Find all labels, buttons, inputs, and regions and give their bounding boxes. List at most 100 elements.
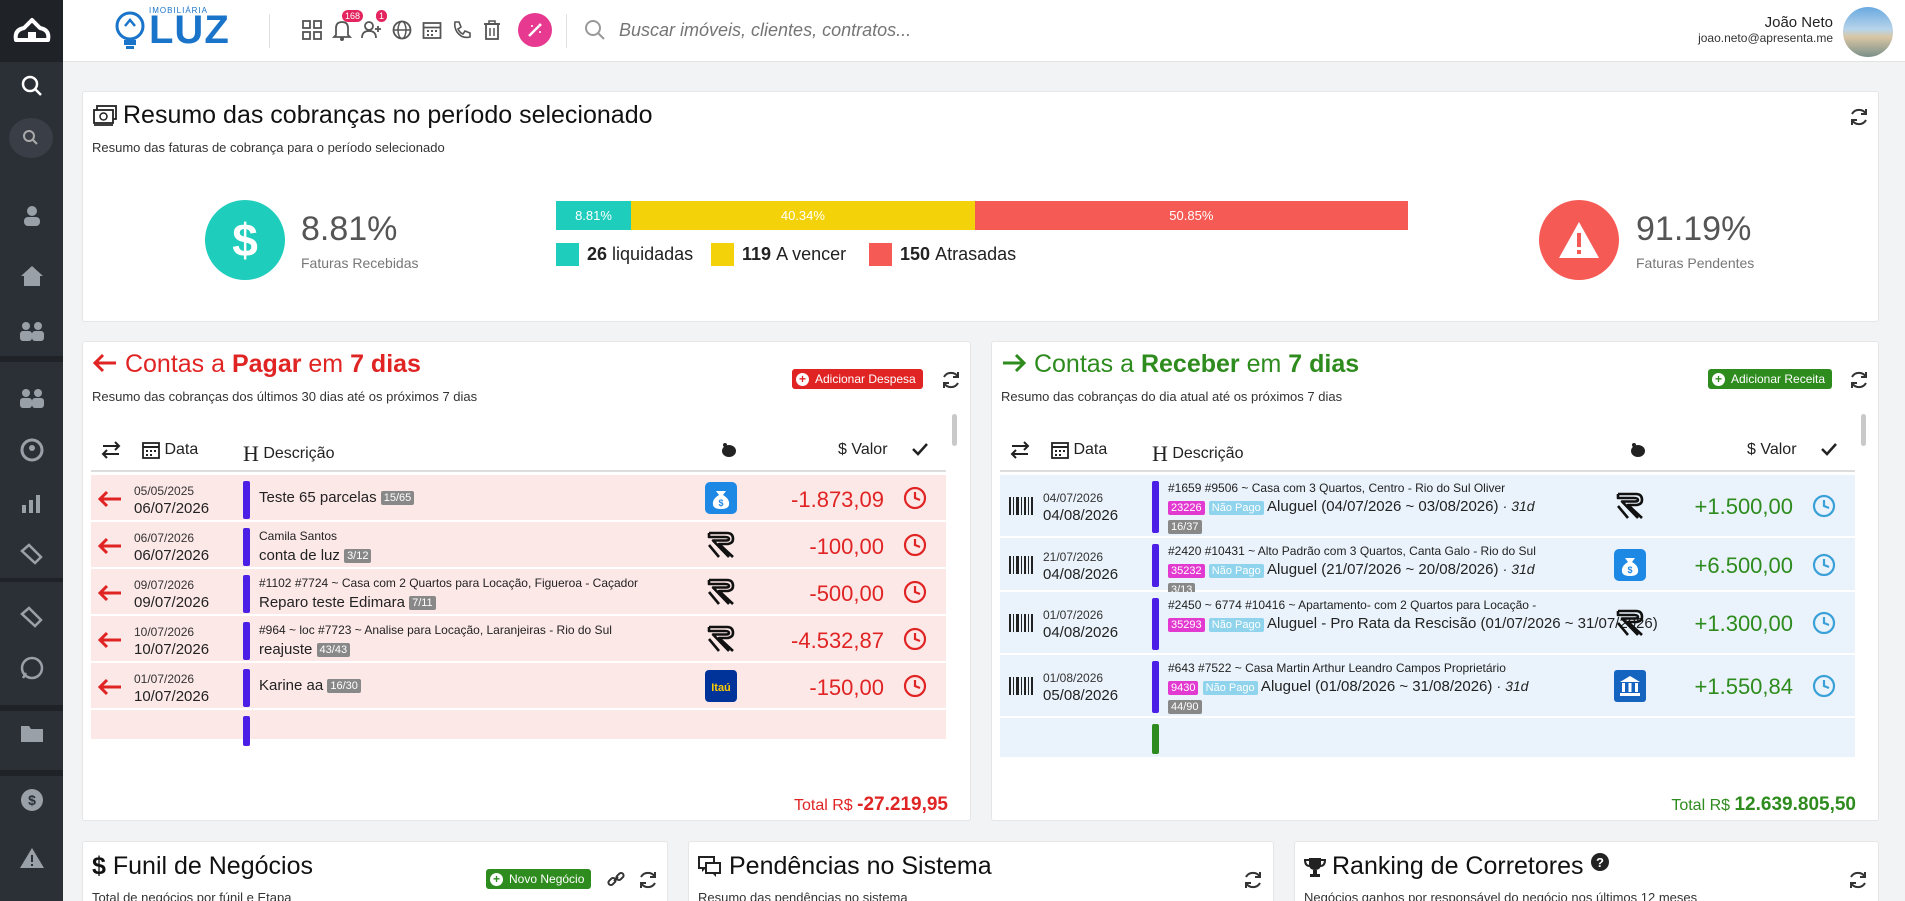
status-clock[interactable] (1812, 494, 1836, 518)
user-icon[interactable] (0, 196, 63, 236)
link-icon[interactable] (607, 870, 625, 888)
table-row[interactable]: 01/07/2026 10/07/2026 Karine aa 16/30 Itaú -… (91, 663, 946, 709)
col-desc[interactable]: H Descrição (243, 441, 334, 467)
people-icon[interactable] (0, 378, 63, 418)
bar-chart-icon[interactable] (0, 483, 63, 523)
due-date: 05/08/2026 (1043, 687, 1119, 704)
avatar[interactable] (1843, 7, 1893, 57)
funil-card: $ Funil de Negócios Total de negócios po… (82, 841, 668, 901)
trash-icon[interactable] (480, 18, 504, 42)
status-clock[interactable] (903, 674, 927, 698)
clock-icon[interactable] (1812, 674, 1836, 698)
total-label: Total R$ (1671, 797, 1731, 814)
search-icon[interactable] (0, 66, 63, 106)
refresh-icon[interactable] (1848, 106, 1870, 128)
table-row[interactable] (91, 710, 946, 746)
table-row[interactable]: 04/07/2026 04/08/2026 #1659 #9506 ~ Casa c… (1000, 475, 1855, 537)
house-icon[interactable] (0, 256, 63, 296)
warning-icon[interactable] (0, 838, 63, 878)
magic-action-button[interactable] (518, 13, 552, 47)
segment-due: 40.34% (631, 201, 975, 230)
clock-icon[interactable] (903, 674, 927, 698)
table-row[interactable]: 01/07/2026 04/08/2026 #2450 ~ 6774 #10416 … (1000, 592, 1855, 654)
whatsapp-icon[interactable] (0, 648, 63, 688)
col-value[interactable]: $ Valor (838, 441, 888, 459)
agent-icon[interactable] (0, 430, 63, 470)
status-clock[interactable] (1812, 553, 1836, 577)
plus-icon: + (796, 372, 809, 386)
title-part: Receber (1140, 350, 1240, 378)
status-clock[interactable] (903, 486, 927, 510)
clock-icon[interactable] (903, 486, 927, 510)
table-row[interactable] (1000, 718, 1855, 758)
status-clock[interactable] (903, 580, 927, 604)
check-icon[interactable] (1820, 441, 1838, 457)
clock-icon[interactable] (1812, 611, 1836, 635)
col-desc[interactable]: H Descrição (1152, 441, 1243, 467)
scrollbar[interactable] (1861, 414, 1866, 446)
table-row[interactable]: 09/07/2026 09/07/2026 #1102 #7724 ~ Casa c… (91, 569, 946, 615)
col-value[interactable]: $ Valor (1747, 441, 1797, 459)
folder-icon[interactable] (0, 713, 63, 753)
add-expense-button[interactable]: + Adicionar Despesa (792, 369, 923, 389)
ranking-title-text: Ranking de Corretores (1332, 852, 1584, 880)
question-icon[interactable]: ? (1590, 852, 1610, 872)
status-clock[interactable] (903, 627, 927, 651)
clock-icon[interactable] (1812, 553, 1836, 577)
barcode-icon[interactable] (1008, 496, 1034, 521)
received-label: Faturas Recebidas (301, 255, 419, 271)
refresh-icon[interactable] (1242, 869, 1264, 891)
row-value: -150,00 (809, 675, 884, 700)
status-clock[interactable] (1812, 611, 1836, 635)
table-row[interactable]: 01/08/2026 05/08/2026 #643 #7522 ~ Casa Ma… (1000, 655, 1855, 717)
col-date[interactable]: Data (142, 441, 198, 459)
new-deal-button[interactable]: + Novo Negócio (486, 869, 592, 889)
clock-icon[interactable] (903, 580, 927, 604)
add-income-button[interactable]: + Adicionar Receita (1708, 369, 1833, 389)
globe-icon[interactable] (390, 18, 414, 42)
exchange-icon[interactable] (101, 441, 121, 459)
refresh-icon[interactable] (637, 869, 659, 891)
table-row[interactable]: 21/07/2026 04/08/2026 #2420 #10431 ~ Alto … (1000, 538, 1855, 597)
col-date[interactable]: Data (1051, 441, 1107, 459)
scrollbar[interactable] (952, 414, 957, 446)
installment-tag: 15/65 (380, 491, 415, 506)
sidebar-search-button[interactable] (9, 118, 53, 158)
clock-icon[interactable] (903, 533, 927, 557)
barcode-icon[interactable] (1008, 555, 1034, 580)
exchange-icon[interactable] (1010, 441, 1030, 459)
installment-tag: 44/90 (1168, 699, 1202, 714)
table-row[interactable]: 05/05/2025 06/07/2026 Teste 65 parcelas 15… (91, 475, 946, 521)
phone-icon[interactable] (450, 18, 474, 42)
refresh-icon[interactable] (1848, 369, 1870, 391)
topbar: IMOBILIÁRIA LUZ 168 1 João Neto joao.net… (63, 0, 1905, 62)
topbar-divider (269, 14, 270, 48)
table-row[interactable]: 06/07/2026 06/07/2026 Camila Santos conta d… (91, 522, 946, 568)
clock-icon[interactable] (903, 627, 927, 651)
check-icon[interactable] (911, 441, 929, 457)
user-info[interactable]: João Neto joao.neto@apresenta.me (1698, 14, 1833, 45)
clock-icon[interactable] (1812, 494, 1836, 518)
bell-icon[interactable]: 168 (330, 10, 364, 42)
ranking-card: Ranking de Corretores ? Negócios ganhos … (1294, 841, 1879, 901)
barcode-icon[interactable] (1008, 613, 1034, 638)
dollar-icon[interactable]: $ (0, 780, 63, 820)
barcode-icon[interactable] (1008, 676, 1034, 701)
handshake-alt-icon[interactable] (0, 596, 63, 636)
refresh-icon[interactable] (1847, 869, 1869, 891)
code-tag: 23226 (1168, 501, 1205, 515)
home-logo[interactable] (0, 0, 63, 62)
luz-logo[interactable]: IMOBILIÁRIA LUZ (111, 6, 230, 52)
status-clock[interactable] (903, 533, 927, 557)
team-icon[interactable] (0, 311, 63, 351)
users-icon[interactable]: 1 (360, 10, 388, 42)
handshake-icon[interactable] (0, 533, 63, 573)
search-icon (585, 20, 605, 40)
calendar-icon[interactable] (420, 18, 444, 42)
refresh-icon[interactable] (940, 369, 962, 391)
plus-icon: + (1712, 372, 1725, 386)
table-row[interactable]: 10/07/2026 10/07/2026 #964 ~ loc #7723 ~ A… (91, 616, 946, 662)
search-input[interactable] (619, 16, 1219, 44)
grid-icon[interactable] (300, 18, 324, 42)
status-clock[interactable] (1812, 674, 1836, 698)
